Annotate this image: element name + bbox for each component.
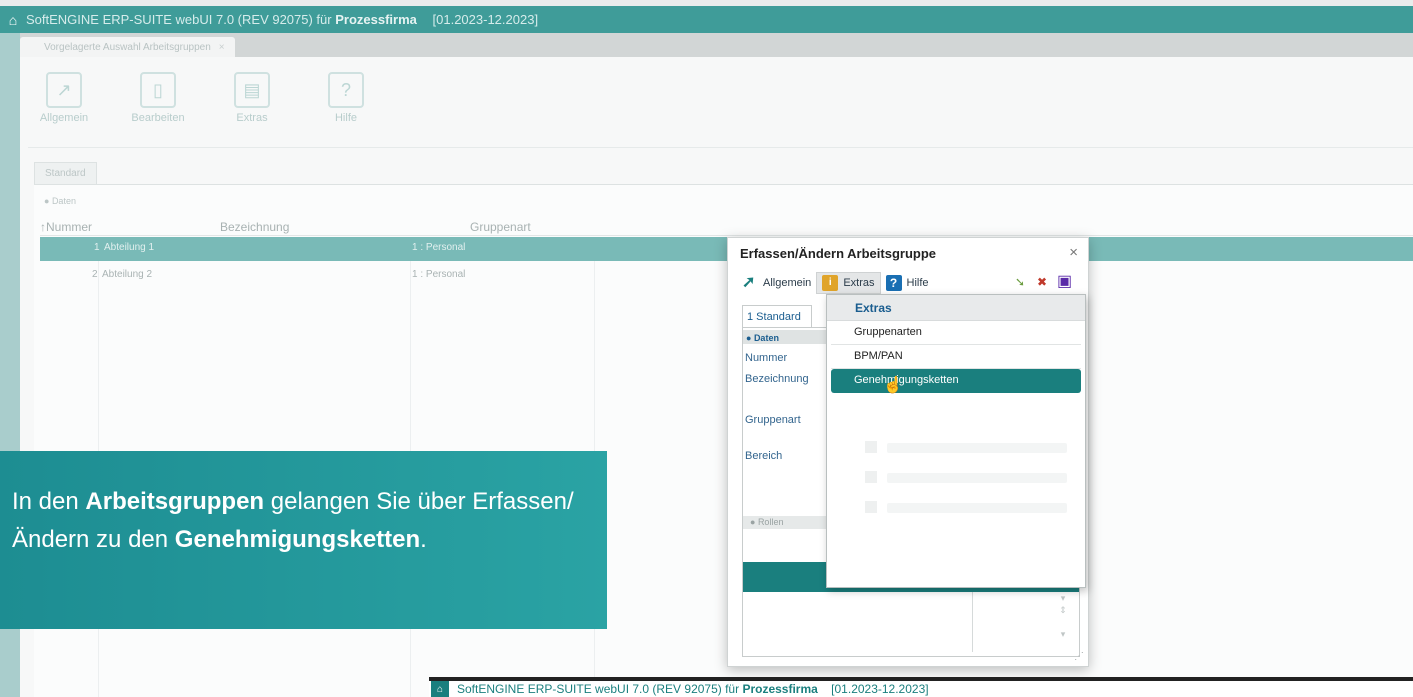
dialog-title: Erfassen/Ändern Arbeitsgruppe <box>740 246 937 261</box>
dialog-toolbar: ➚ Allgemein i Extras ? Hilfe ➘ ✖ ▣ <box>737 271 1081 295</box>
menu-item-genehmigungsketten[interactable]: Genehmigungsketten ☝ <box>831 369 1081 394</box>
menu-item-bpm-pan[interactable]: BPM/PAN <box>831 345 1081 369</box>
extras-icon: i <box>822 275 839 291</box>
column-header-gruppenart[interactable]: Gruppenart <box>470 220 531 234</box>
allgemein-button[interactable]: ➚ Allgemein <box>737 272 816 294</box>
app-titlebar: ⌂ SoftENGINE ERP-SUITE webUI 7.0 (REV 92… <box>0 6 1413 33</box>
delete-icon[interactable]: ✖ <box>1035 274 1049 290</box>
table-header: ↑ Nummer Bezeichnung Gruppenart <box>40 220 1413 236</box>
help-icon: ? <box>328 72 364 108</box>
extras-icon: ▤ <box>234 72 270 108</box>
daten-section-label: ● Daten <box>44 196 76 206</box>
caption-bold-arbeitsgruppen: Arbeitsgruppen <box>85 488 265 515</box>
save-icon[interactable]: ▣ <box>1057 274 1072 290</box>
home-icon[interactable]: ⌂ <box>0 6 26 33</box>
edit-icon: ▯ <box>140 72 176 108</box>
rollen-section-label: ● Rollen <box>750 517 784 527</box>
main-toolbar: ↗ Allgemein ▯ Bearbeiten ▤ Extras ? Hilf… <box>30 72 380 124</box>
toolbar-separator <box>28 147 1413 148</box>
bottom-titlebar: ⌂ SoftENGINE ERP-SUITE webUI 7.0 (REV 92… <box>429 677 1413 697</box>
toolbar-allgemein-button[interactable]: ↗ Allgemein <box>30 72 98 124</box>
app-title: SoftENGINE ERP-SUITE webUI 7.0 (REV 9207… <box>457 682 740 696</box>
menu-item-gruppenarten[interactable]: Gruppenarten <box>831 321 1081 345</box>
tab-close-icon[interactable]: × <box>219 42 225 53</box>
home-icon[interactable]: ⌂ <box>431 681 449 697</box>
extras-button[interactable]: i Extras <box>816 272 881 294</box>
tab-1-standard[interactable]: 1 Standard <box>742 305 812 327</box>
hilfe-button[interactable]: ? Hilfe <box>881 272 934 294</box>
hand-cursor-icon: ☝ <box>883 377 903 394</box>
tab-standard[interactable]: Standard <box>34 162 97 184</box>
tab-label: Vorgelagerte Auswahl Arbeitsgruppen <box>44 41 211 53</box>
daten-section-label: ● Daten <box>746 333 779 343</box>
toolbar-bearbeiten-button[interactable]: ▯ Bearbeiten <box>124 72 192 124</box>
caption-bold-genehmigungsketten: Genehmigungsketten <box>174 526 421 553</box>
label-bezeichnung: Bezeichnung <box>745 373 809 385</box>
resize-grip-icon[interactable]: ⋰ <box>1074 651 1084 662</box>
company-name: Prozessfirma <box>742 682 818 696</box>
column-header-bezeichnung[interactable]: Bezeichnung <box>220 220 289 234</box>
label-nummer: Nummer <box>745 352 788 364</box>
close-icon[interactable]: × <box>1069 244 1078 261</box>
scrollbar[interactable]: ▾ ⇕ ▾ <box>1055 592 1071 642</box>
toolbar-hilfe-button[interactable]: ? Hilfe <box>312 72 380 124</box>
tab-vorgelagerte-auswahl[interactable]: Vorgelagerte Auswahl Arbeitsgruppen × <box>20 37 235 57</box>
menu-header: Extras <box>827 295 1085 321</box>
toolbar-extras-button[interactable]: ▤ Extras <box>218 72 286 124</box>
column-header-nummer[interactable]: ↑ Nummer <box>40 220 92 234</box>
tutorial-caption: In den Arbeitsgruppen gelangen Sie über … <box>0 451 607 629</box>
company-name: Prozessfirma <box>335 12 417 27</box>
extras-dropdown-menu: Extras Gruppenarten BPM/PAN Genehmigungs… <box>826 294 1086 588</box>
arrow-icon: ➚ <box>742 274 756 291</box>
label-bereich: Bereich <box>745 450 783 462</box>
arrow-icon: ↗ <box>46 72 82 108</box>
period: [01.2023-12.2023] <box>831 682 929 696</box>
app-title: SoftENGINE ERP-SUITE webUI 7.0 (REV 9207… <box>26 12 332 27</box>
new-record-icon[interactable]: ➘ <box>1013 274 1027 290</box>
help-icon: ? <box>885 275 902 291</box>
period: [01.2023-12.2023] <box>432 12 539 27</box>
label-gruppenart: Gruppenart <box>745 414 801 426</box>
